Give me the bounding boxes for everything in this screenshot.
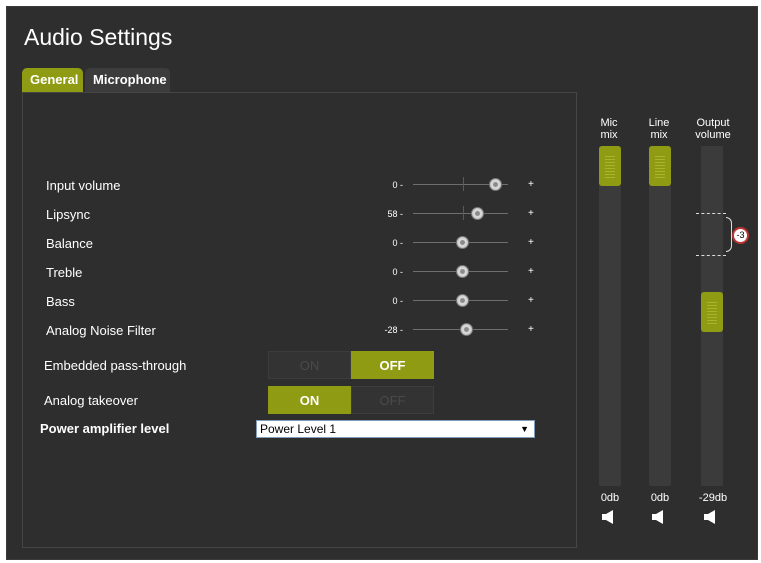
speaker-icon[interactable] (601, 509, 619, 525)
analog-noise-filter-plus: + (528, 324, 534, 335)
input-volume-knob[interactable] (489, 178, 502, 191)
treble-label: Treble (46, 265, 83, 280)
balance-value: 0 - (392, 238, 403, 248)
mic-mix-heading: Mic mix (600, 117, 618, 141)
line-mix-knob[interactable] (649, 146, 671, 186)
treble-plus: + (528, 266, 534, 277)
analog-noise-filter-label: Analog Noise Filter (46, 323, 156, 338)
bass-plus: + (528, 295, 534, 306)
embedded-pass-through-label: Embedded pass-through (44, 358, 187, 373)
embedded-on-button[interactable]: ON (268, 351, 351, 379)
input-volume-value: 0 - (392, 180, 403, 190)
bass-label: Bass (46, 294, 75, 309)
lipsync-label: Lipsync (46, 207, 91, 222)
output-volume-knob[interactable] (701, 292, 723, 332)
embedded-pass-through-toggle: ON OFF (268, 351, 434, 379)
speaker-icon[interactable] (651, 509, 669, 525)
line-mix-track[interactable] (649, 146, 671, 486)
input-volume-plus: + (528, 179, 534, 190)
output-volume-track[interactable] (701, 146, 723, 486)
power-amplifier-selected: Power Level 1 (260, 422, 337, 436)
bass-knob[interactable] (456, 294, 469, 307)
analog-noise-filter-value: -28 - (384, 325, 403, 335)
output-volume-heading: Output volume (695, 117, 731, 141)
mic-mix-db: 0db (600, 492, 620, 504)
tab-general[interactable]: General (22, 68, 83, 92)
peak-level-badge: -3 (732, 227, 749, 244)
mic-mix-knob[interactable] (599, 146, 621, 186)
takeover-off-button[interactable]: OFF (351, 386, 434, 414)
line-mix-db: 0db (650, 492, 670, 504)
lipsync-center-tick (463, 206, 464, 220)
peak-range-bracket (696, 213, 726, 256)
general-panel (22, 92, 577, 548)
lipsync-value: 58 - (387, 209, 403, 219)
embedded-off-button[interactable]: OFF (351, 351, 434, 379)
balance-knob[interactable] (456, 236, 469, 249)
takeover-on-button[interactable]: ON (268, 386, 351, 414)
balance-plus: + (528, 237, 534, 248)
power-amplifier-label: Power amplifier level (40, 421, 170, 436)
input-volume-center-tick (463, 177, 464, 191)
analog-takeover-label: Analog takeover (44, 393, 138, 408)
treble-knob[interactable] (456, 265, 469, 278)
mic-mix-track[interactable] (599, 146, 621, 486)
chevron-down-icon: ▼ (520, 424, 529, 434)
treble-value: 0 - (392, 267, 403, 277)
line-mix-heading: Line mix (648, 117, 670, 141)
lipsync-track[interactable] (413, 213, 508, 214)
page-title: Audio Settings (24, 24, 173, 50)
input-volume-label: Input volume (46, 178, 121, 193)
tab-microphone[interactable]: Microphone (85, 68, 170, 92)
power-amplifier-select[interactable]: Power Level 1 ▼ (256, 420, 535, 438)
balance-label: Balance (46, 236, 93, 251)
bass-value: 0 - (392, 296, 403, 306)
lipsync-knob[interactable] (471, 207, 484, 220)
output-volume-db: -29db (698, 492, 728, 504)
analog-takeover-toggle: ON OFF (268, 386, 434, 414)
lipsync-plus: + (528, 208, 534, 219)
speaker-icon[interactable] (703, 509, 721, 525)
analog-noise-filter-knob[interactable] (460, 323, 473, 336)
